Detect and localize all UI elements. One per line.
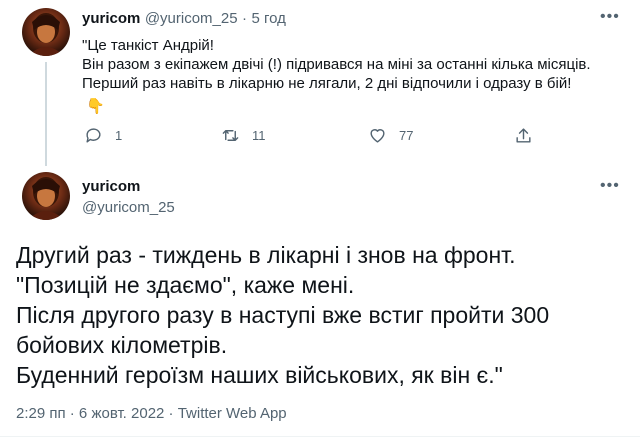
tweet-line: бойових кілометрів. xyxy=(16,332,228,358)
tweet-time[interactable]: 5 год xyxy=(251,10,285,27)
like-button[interactable]: 77 xyxy=(368,126,413,145)
tweet-line: "Це танкіст Андрій! xyxy=(82,37,214,54)
divider xyxy=(0,436,640,437)
tweet-line: Перший раз навіть в лікарню не лягали, 2… xyxy=(82,75,572,92)
reply-button[interactable]: 1 xyxy=(84,126,122,145)
tweet-line: "Позицій не здаємо", каже мені. xyxy=(16,272,355,298)
tweet-line: Буденний героїзм наших військових, як ві… xyxy=(16,362,503,388)
tweet-text: "Це танкіст Андрій! Він разом з екіпажем… xyxy=(82,36,627,93)
share-upload-icon xyxy=(516,128,531,143)
more-horizontal-icon[interactable]: ••• xyxy=(600,8,620,26)
tweet-text: Другий раз - тиждень в лікарні і знов на… xyxy=(16,240,626,390)
retweet-count: 11 xyxy=(252,128,266,143)
avatar[interactable] xyxy=(22,172,70,220)
reply-count: 1 xyxy=(115,128,123,143)
header-separator: · xyxy=(242,10,248,27)
tweet-line: Він разом з екіпажем двічі (!) підривавс… xyxy=(82,56,591,73)
user-handle[interactable]: @yuricom_25 xyxy=(145,10,238,27)
retweet-icon xyxy=(222,130,239,141)
more-horizontal-icon[interactable]: ••• xyxy=(600,177,620,195)
retweet-button[interactable]: 11 xyxy=(221,126,266,145)
tweet-line: Після другого разу в наступі вже встиг п… xyxy=(16,302,550,328)
like-count: 77 xyxy=(399,128,414,143)
share-button[interactable] xyxy=(514,126,533,145)
tweet-author: yuricom @yuricom_25 xyxy=(82,178,175,216)
user-handle[interactable]: @yuricom_25 xyxy=(82,199,175,216)
pointing-down-emoji: 👇 xyxy=(86,98,105,115)
tweet-header: yuricom @yuricom_25 · 5 год xyxy=(82,10,286,28)
heart-icon xyxy=(370,129,385,143)
avatar[interactable] xyxy=(22,8,70,56)
display-name[interactable]: yuricom xyxy=(82,10,140,27)
tweet-metadata[interactable]: 2:29 пп · 6 жовт. 2022 · Twitter Web App xyxy=(16,405,287,422)
reply-bubble-icon xyxy=(86,128,101,143)
tweet-line: Другий раз - тиждень в лікарні і знов на… xyxy=(16,242,516,268)
display-name[interactable]: yuricom xyxy=(82,178,175,195)
thread-connector-line xyxy=(45,62,47,166)
